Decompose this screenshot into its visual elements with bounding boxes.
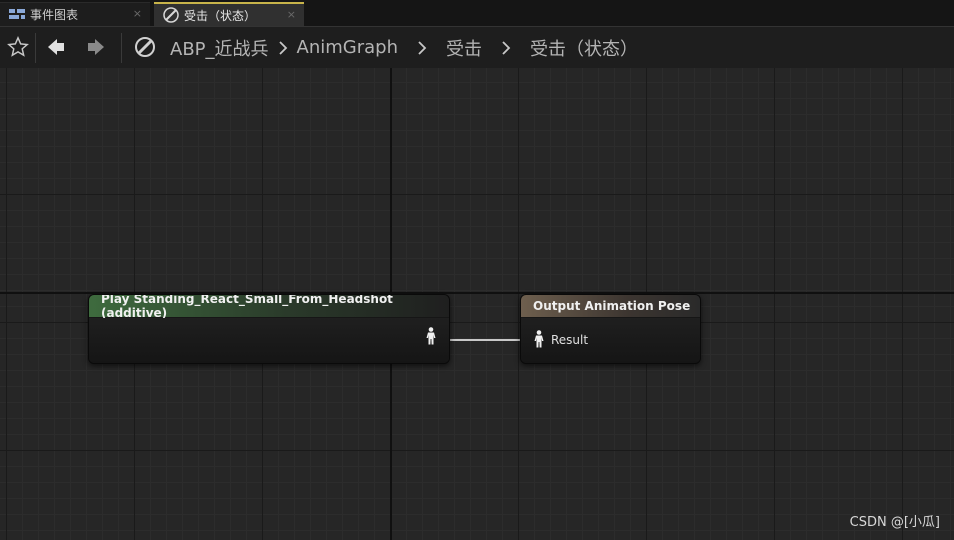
watermark: CSDN @[小瓜] xyxy=(849,515,940,530)
node-body xyxy=(89,318,449,363)
forward-arrow-icon[interactable] xyxy=(82,33,110,61)
breadcrumb: ABP_近战兵 AnimGraph 受击 受击（状态） xyxy=(170,27,638,68)
result-pin-label: Result xyxy=(551,333,589,347)
breadcrumb-item-animgraph[interactable]: AnimGraph xyxy=(297,37,398,58)
output-animation-pose-node[interactable]: Output Animation Pose Result xyxy=(520,294,701,364)
back-arrow-icon[interactable] xyxy=(42,33,70,61)
breadcrumb-root[interactable]: ABP_近战兵 xyxy=(170,35,269,61)
tab-bar: 事件图表 × 受击（状态） × xyxy=(0,0,954,26)
chevron-right-icon xyxy=(398,38,446,58)
state-icon xyxy=(162,6,180,24)
pose-output-pin-icon[interactable] xyxy=(425,327,437,345)
node-title: Output Animation Pose xyxy=(521,295,700,317)
chevron-right-icon xyxy=(482,38,530,58)
close-icon[interactable]: × xyxy=(287,8,296,21)
node-title: Play Standing_React_Small_From_Headshot … xyxy=(89,295,449,320)
toolbar-divider xyxy=(121,33,122,63)
favorite-star-icon[interactable] xyxy=(4,33,32,61)
event-graph-icon xyxy=(8,6,26,24)
toolbar-divider xyxy=(35,33,36,63)
breadcrumb-toolbar: ABP_近战兵 AnimGraph 受击 受击（状态） xyxy=(0,26,954,68)
breadcrumb-item-hit-state[interactable]: 受击（状态） xyxy=(530,35,638,61)
state-icon xyxy=(131,33,159,61)
breadcrumb-item-hit[interactable]: 受击 xyxy=(446,35,482,61)
chevron-right-icon xyxy=(269,38,297,58)
tab-label: 受击（状态） xyxy=(184,8,257,23)
close-icon[interactable]: × xyxy=(133,7,142,20)
tab-event-graph[interactable]: 事件图表 × xyxy=(0,2,150,26)
pose-input-pin-icon[interactable] xyxy=(533,330,545,348)
tab-hit-state[interactable]: 受击（状态） × xyxy=(154,2,304,26)
node-body xyxy=(521,318,700,363)
pose-wire[interactable] xyxy=(450,339,522,341)
tab-label: 事件图表 xyxy=(30,8,79,22)
play-animation-node[interactable]: Play Standing_React_Small_From_Headshot … xyxy=(88,294,450,364)
